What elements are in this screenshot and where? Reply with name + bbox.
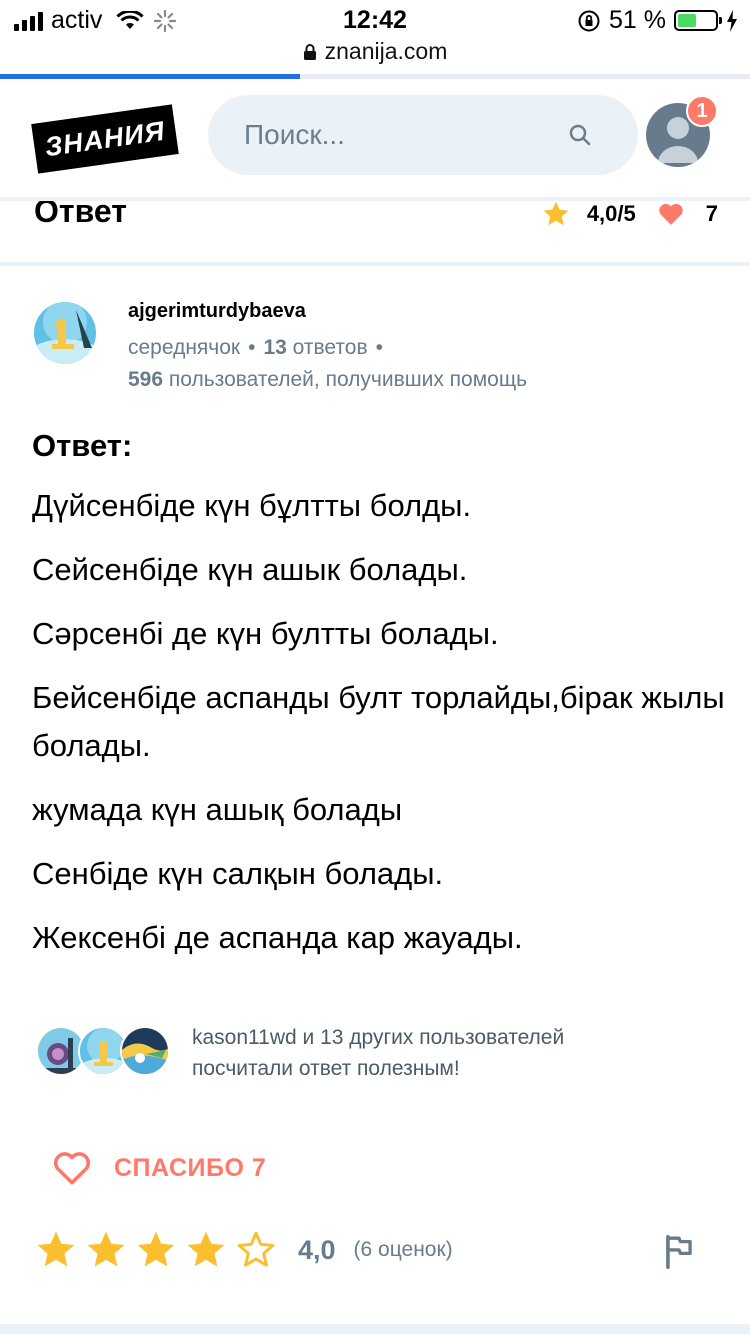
author-rank: середнячок [128,336,241,359]
answer-line: Дүйсенбіде күн бұлтты болды. [32,488,472,523]
helpers-line1: kason11wd и 13 других пользователей [192,1026,565,1049]
url-text: znanija.com [324,38,448,64]
star-icon-4[interactable] [184,1228,228,1272]
lock-icon [303,44,316,60]
helped-label: пользователей, получивших помощь [168,368,528,391]
status-bar: activ 12:42 51 % [0,0,750,40]
helped-count: 596 [128,368,164,391]
star-icon-2[interactable] [84,1228,128,1272]
battery-icon [674,10,722,31]
star-outline-icon-5[interactable] [234,1228,278,1272]
section-rating: 4,0/5 [586,201,636,226]
rating-count: (6 оценок) [353,1238,453,1261]
thanks-label: СПАСИБО 7 [114,1153,267,1182]
answer-body: Дүйсенбіде күн бұлтты болды. Сейсенбіде … [32,482,732,978]
star-icon-1[interactable] [34,1228,78,1272]
heart-icon [659,203,683,225]
answers-count: 13 [263,336,287,359]
answer-line: Сәрсенбі де күн бултты болады. [32,616,499,651]
star-icon [543,201,569,226]
answer-label: Ответ: [32,428,133,463]
notification-badge[interactable]: 1 [686,95,718,127]
answer-line: Сейсенбіде күн ашык болады. [32,552,468,587]
charging-bolt-icon [727,9,737,32]
answer-line: жумада күн ашық болады [32,792,403,827]
answer-line: Бейсенбіде аспанды булт торлайды,бірак ж… [32,680,725,763]
user-menu[interactable]: 1 [646,95,718,167]
search-icon[interactable] [568,123,592,147]
helper-avatar-icon [122,1028,168,1074]
section-title: Ответ [34,201,127,229]
answer-line: Жексенбі де аспанда кар жауады. [32,920,523,955]
helpers-line2: посчитали ответ полезным! [192,1057,460,1080]
bottom-divider [0,1324,750,1334]
site-header: ЗНАНИЯ 1 [0,79,750,201]
answer-section-header: Ответ 4,0/5 7 [0,201,750,263]
answers-label: ответов [292,336,368,359]
helper-avatar[interactable] [120,1026,170,1076]
report-flag-icon[interactable] [662,1234,696,1270]
rank-badge-avatar-icon [34,302,96,364]
search-input[interactable] [244,95,554,175]
battery-percent: 51 % [609,6,666,34]
author-meta: середнячок • 13 ответов • 596 пользователей… [128,336,528,391]
search-box[interactable] [208,95,638,175]
thanks-button[interactable]: СПАСИБО 7 [52,1150,266,1186]
author-avatar[interactable] [34,302,96,364]
star-icon-3[interactable] [134,1228,178,1272]
orientation-lock-icon [578,10,600,31]
answer-line: Сенбіде күн салқын болады. [32,856,444,891]
section-thanks-count: 7 [705,201,718,226]
heart-outline-icon [54,1152,90,1185]
rating-value: 4,0 [298,1234,336,1265]
divider [0,262,750,266]
helpful-users: kason11wd и 13 других пользователей посч… [36,1022,736,1082]
answer-rating: 4,0 (6 оценок) [34,1228,453,1272]
brand-logo[interactable]: ЗНАНИЯ [31,104,179,174]
author-name[interactable]: ajgerimturdybaeva [128,300,306,323]
